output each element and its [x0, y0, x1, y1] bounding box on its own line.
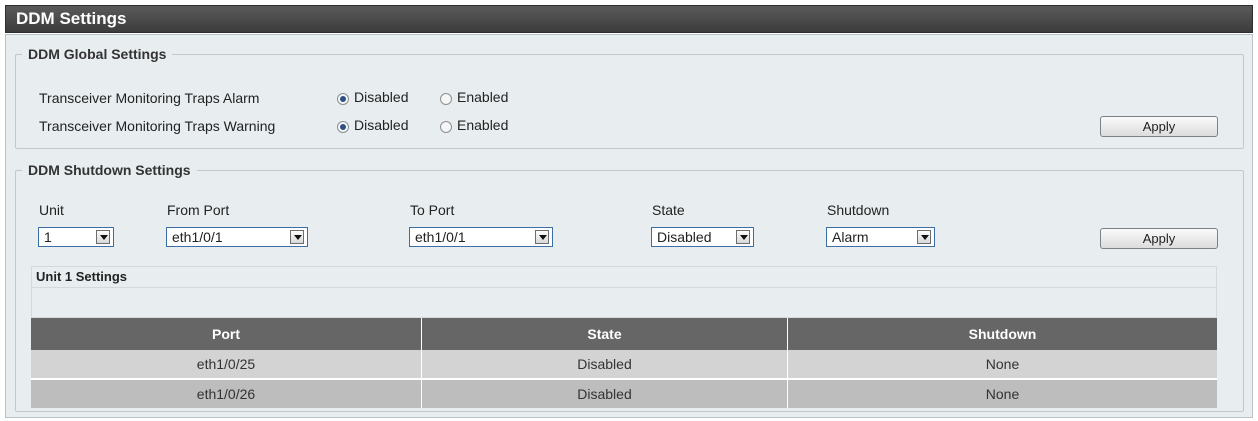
- cell-port: eth1/0/25: [31, 350, 422, 379]
- traps-warning-enabled-radio[interactable]: [440, 121, 452, 133]
- unit-settings-section: Unit 1 Settings: [31, 266, 1217, 318]
- cell-shutdown: None: [787, 379, 1217, 408]
- ddm-shutdown-settings-legend: DDM Shutdown Settings: [28, 162, 191, 178]
- to-port-select-value: eth1/0/1: [415, 229, 466, 245]
- table-row: eth1/0/25 Disabled None: [31, 350, 1217, 379]
- traps-alarm-enabled-radio[interactable]: [440, 93, 452, 105]
- cell-state: Disabled: [421, 350, 788, 379]
- traps-warning-label: Transceiver Monitoring Traps Warning: [39, 118, 276, 134]
- state-select[interactable]: Disabled: [651, 227, 754, 247]
- page-title-bar: DDM Settings: [5, 5, 1253, 33]
- ddm-global-settings-legend: DDM Global Settings: [28, 46, 167, 62]
- to-port-label: To Port: [410, 202, 455, 218]
- cell-port: eth1/0/26: [31, 379, 422, 408]
- shutdown-select-value: Alarm: [832, 229, 869, 245]
- unit-settings-title: Unit 1 Settings: [36, 269, 128, 284]
- unit-label: Unit: [39, 202, 64, 218]
- shutdown-select[interactable]: Alarm: [826, 227, 935, 247]
- state-label: State: [652, 202, 685, 218]
- to-port-select[interactable]: eth1/0/1: [409, 227, 553, 247]
- state-select-value: Disabled: [657, 229, 712, 245]
- column-header-state: State: [421, 318, 788, 350]
- shutdown-apply-button[interactable]: Apply: [1100, 228, 1218, 249]
- column-header-shutdown: Shutdown: [787, 318, 1217, 350]
- cell-state: Disabled: [421, 379, 788, 408]
- cell-shutdown: None: [787, 350, 1217, 379]
- table-header-row: Port State Shutdown: [31, 318, 1217, 350]
- from-port-select[interactable]: eth1/0/1: [166, 227, 308, 247]
- unit-select[interactable]: 1: [38, 227, 114, 247]
- chevron-down-icon[interactable]: [736, 230, 750, 244]
- traps-warning-disabled-label: Disabled: [354, 117, 409, 133]
- column-header-port: Port: [31, 318, 422, 350]
- from-port-label: From Port: [167, 202, 230, 218]
- traps-alarm-enabled-label: Enabled: [457, 89, 509, 105]
- traps-alarm-label: Transceiver Monitoring Traps Alarm: [39, 90, 260, 106]
- chevron-down-icon[interactable]: [96, 230, 110, 244]
- unit-settings-table: Port State Shutdown eth1/0/25 Disabled N…: [31, 318, 1217, 408]
- shutdown-label: Shutdown: [827, 202, 890, 218]
- unit-settings-header: Unit 1 Settings: [32, 267, 1216, 288]
- page-title: DDM Settings: [16, 9, 127, 28]
- global-apply-button[interactable]: Apply: [1100, 116, 1218, 137]
- traps-alarm-disabled-label: Disabled: [354, 89, 409, 105]
- table-row: eth1/0/26 Disabled None: [31, 379, 1217, 408]
- chevron-down-icon[interactable]: [535, 230, 549, 244]
- from-port-select-value: eth1/0/1: [172, 229, 223, 245]
- chevron-down-icon[interactable]: [290, 230, 304, 244]
- chevron-down-icon[interactable]: [917, 230, 931, 244]
- traps-warning-enabled-label: Enabled: [457, 117, 509, 133]
- traps-warning-disabled-radio[interactable]: [337, 121, 349, 133]
- traps-alarm-disabled-radio[interactable]: [337, 93, 349, 105]
- unit-select-value: 1: [44, 229, 52, 245]
